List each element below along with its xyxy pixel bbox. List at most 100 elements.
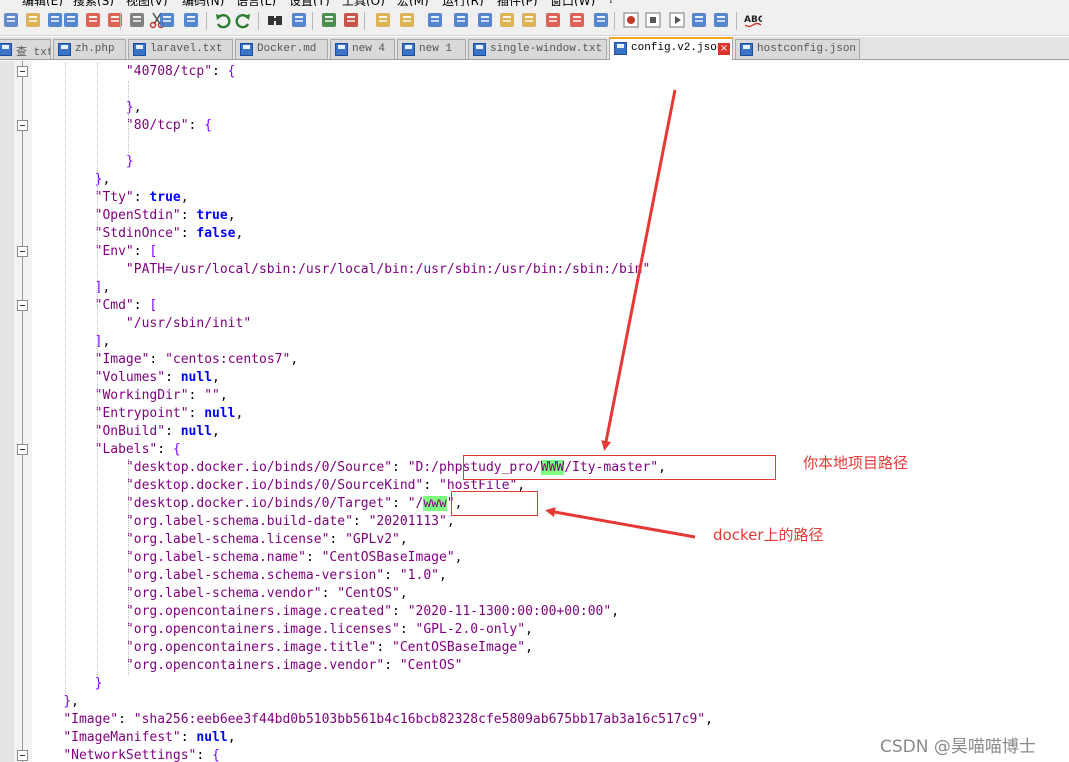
file-icon — [58, 43, 71, 56]
fold-toggle-icon[interactable] — [17, 246, 28, 257]
paste-icon[interactable] — [182, 11, 200, 29]
spellcheck-icon[interactable]: ABC — [744, 11, 762, 29]
tab-bar: 查 txt zh.php laravel.txt Docker.md new 4 new … — [0, 37, 1069, 60]
target-annotation-label: docker上的路径 — [713, 526, 824, 544]
save-macro-icon[interactable] — [712, 11, 730, 29]
code-line: "Volumes": null, — [94, 370, 220, 385]
code-line: "Image": "centos:centos7", — [94, 352, 299, 367]
close-all-icon[interactable] — [106, 11, 124, 29]
sync-vertical-icon[interactable] — [374, 11, 392, 29]
play-macro-icon[interactable] — [668, 11, 686, 29]
tab-zh-php[interactable]: zh.php — [53, 39, 126, 59]
tab-docker-md[interactable]: Docker.md — [235, 39, 328, 59]
code-line: ], — [94, 280, 111, 295]
indent-guide — [128, 81, 129, 153]
tab-close-icon[interactable]: × — [718, 43, 730, 55]
language-icon[interactable] — [498, 11, 516, 29]
file-icon — [335, 43, 348, 56]
fold-margin — [14, 61, 32, 762]
tab-label: Docker.md — [257, 43, 317, 55]
tab-new-1[interactable]: new 1 — [397, 39, 466, 59]
run-multiple-macro-icon[interactable] — [690, 11, 708, 29]
replace-icon[interactable] — [290, 11, 308, 29]
tab-hostconfig-json[interactable]: hostconfig.json — [735, 39, 860, 59]
zoom-out-icon[interactable] — [342, 11, 360, 29]
indent-guide — [65, 63, 66, 693]
line-margin — [0, 61, 14, 762]
code-line: "NetworkSettings": { — [63, 748, 220, 762]
fold-toggle-icon[interactable] — [17, 750, 28, 761]
folder-workspace-icon[interactable] — [568, 11, 586, 29]
file-icon — [402, 43, 415, 56]
function-list-icon[interactable] — [544, 11, 562, 29]
code-line: "org.label-schema.build-date": "20201113… — [125, 514, 455, 529]
fold-toggle-icon[interactable] — [17, 120, 28, 131]
code-line: "org.opencontainers.image.licenses": "GP… — [125, 622, 533, 637]
fold-toggle-icon[interactable] — [17, 66, 28, 77]
code-line: "ImageManifest": null, — [63, 730, 236, 745]
find-icon[interactable] — [266, 11, 284, 29]
monitor-icon[interactable] — [592, 11, 610, 29]
code-line: }, — [125, 100, 142, 115]
record-macro-icon[interactable] — [622, 11, 640, 29]
indent-guide — [97, 63, 98, 675]
file-icon — [0, 43, 12, 56]
code-line: "org.label-schema.schema-version": "1.0"… — [125, 568, 447, 583]
code-line: "Entrypoint": null, — [94, 406, 244, 421]
code-line: }, — [63, 694, 79, 709]
code-line: "org.label-schema.license": "GPLv2", — [125, 532, 408, 547]
tab-new-4[interactable]: new 4 — [330, 39, 395, 59]
indent-guide — [128, 459, 129, 675]
save-all-icon[interactable] — [62, 11, 80, 29]
toolbar: ABC — [0, 6, 1069, 36]
code-editor[interactable]: "40708/tcp": { }, "80/tcp": { } }, "Tty"… — [0, 61, 1069, 762]
open-icon[interactable] — [24, 11, 42, 29]
file-icon — [740, 43, 753, 56]
toolbar-separator — [258, 12, 259, 30]
code-line: "org.label-schema.vendor": "CentOS", — [125, 586, 408, 601]
new-file-icon[interactable] — [2, 11, 20, 29]
code-line: "WorkingDir": "", — [94, 388, 228, 403]
tab-label: 查 txt — [16, 47, 51, 59]
zoom-in-icon[interactable] — [320, 11, 338, 29]
tab-laravel-txt[interactable]: laravel.txt — [128, 39, 233, 59]
target-path-highlight-box — [451, 491, 538, 516]
code-line: "OnBuild": null, — [94, 424, 220, 439]
undo-icon[interactable] — [214, 11, 232, 29]
code-line: } — [94, 676, 103, 691]
code-line: } — [125, 154, 134, 169]
redo-icon[interactable] — [234, 11, 252, 29]
code-line: "Cmd": [ — [94, 298, 158, 313]
code-line: "80/tcp": { — [125, 118, 213, 133]
code-line: "Image": "sha256:eeb6ee3f44bd0b5103bb561… — [63, 712, 713, 727]
sync-horizontal-icon[interactable] — [398, 11, 416, 29]
source-path-highlight-box — [463, 455, 776, 480]
copy-icon[interactable] — [158, 11, 176, 29]
code-line: "org.opencontainers.image.created": "202… — [125, 604, 620, 619]
stop-macro-icon[interactable] — [644, 11, 662, 29]
toolbar-separator — [614, 12, 615, 30]
tab-txt[interactable]: 查 txt — [0, 39, 51, 59]
toolbar-separator — [364, 12, 365, 30]
file-icon — [614, 42, 627, 55]
fold-toggle-icon[interactable] — [17, 444, 28, 455]
doc-map-icon[interactable] — [520, 11, 538, 29]
file-icon — [133, 43, 146, 56]
fold-toggle-icon[interactable] — [17, 300, 28, 311]
word-wrap-icon[interactable] — [426, 11, 444, 29]
tab-config-v2-json[interactable]: config.v2.json × — [609, 37, 733, 60]
tab-label: new 1 — [419, 43, 453, 55]
print-icon[interactable] — [128, 11, 146, 29]
tab-label: laravel.txt — [150, 43, 223, 55]
code-line: "OpenStdin": true, — [94, 208, 236, 223]
tab-label: new 4 — [352, 43, 386, 55]
close-icon[interactable] — [84, 11, 102, 29]
code-line: "org.opencontainers.image.title": "CentO… — [125, 640, 533, 655]
tab-label: hostconfig.json — [757, 43, 857, 55]
indent-guide-icon[interactable] — [476, 11, 494, 29]
show-all-chars-icon[interactable] — [452, 11, 470, 29]
toolbar-separator — [120, 12, 121, 30]
tab-label: config.v2.json — [631, 42, 724, 54]
tab-single-window-txt[interactable]: single-window.txt — [468, 39, 607, 59]
fold-guide-line — [22, 61, 23, 762]
